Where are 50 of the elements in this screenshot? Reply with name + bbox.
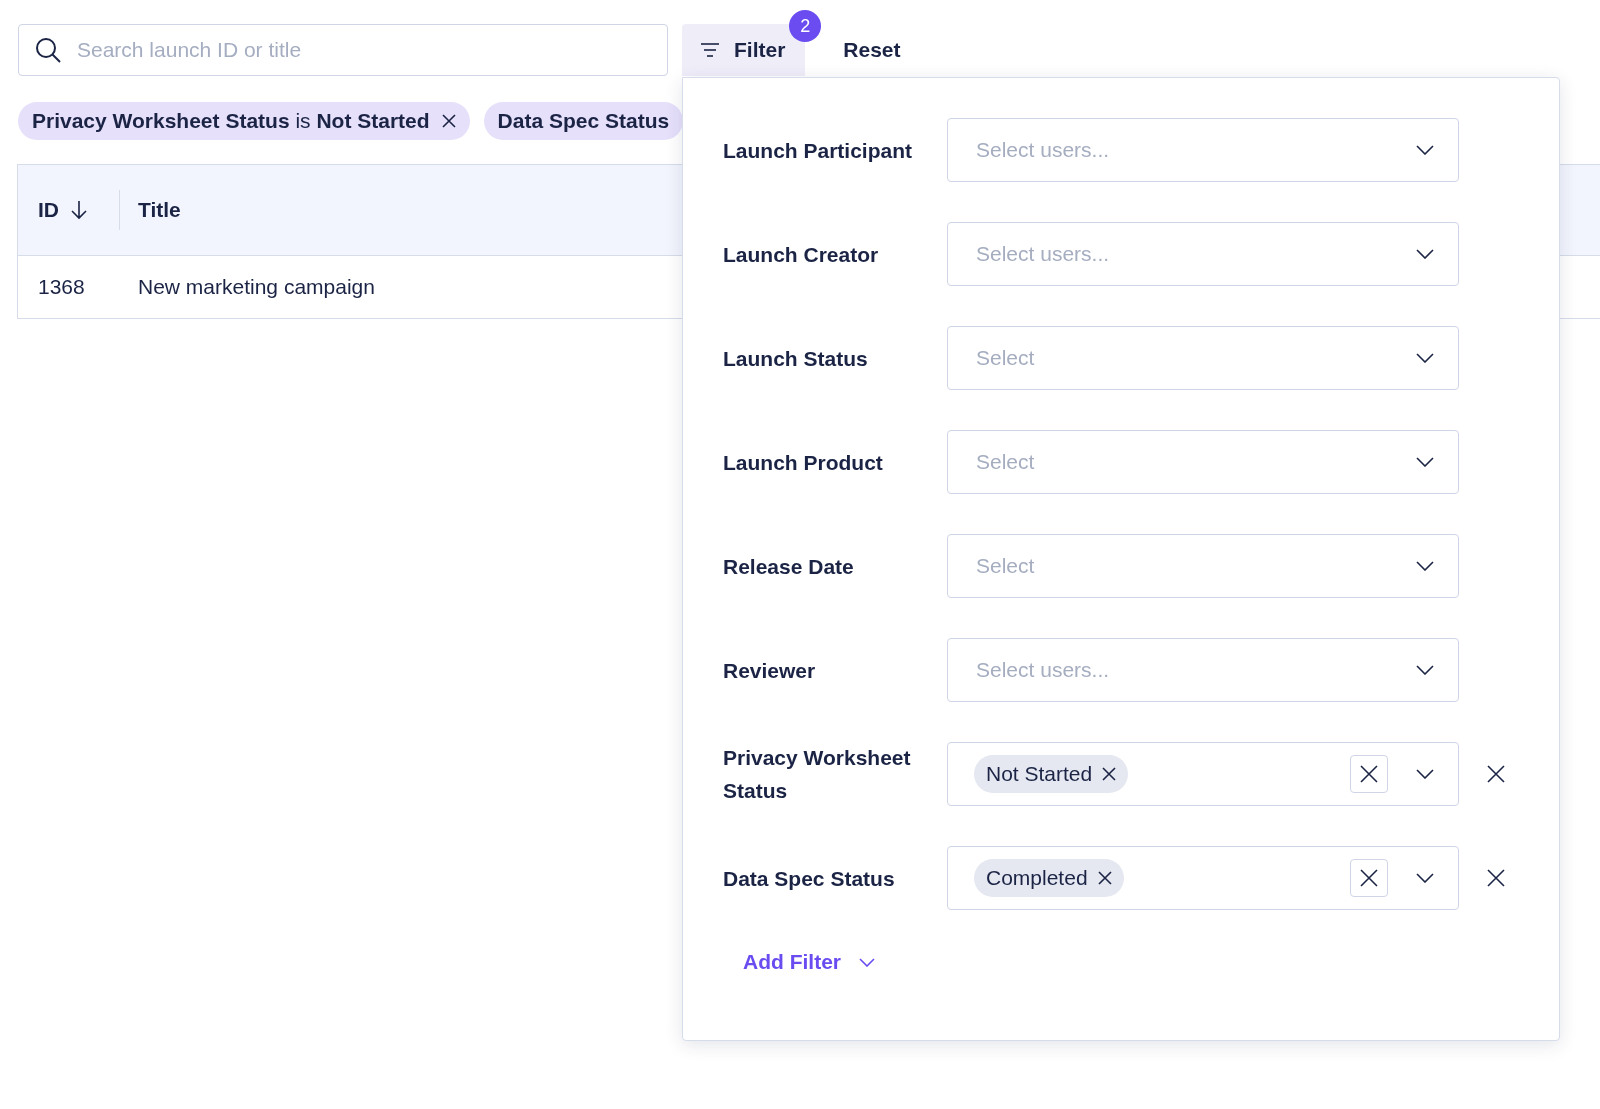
select-placeholder: Select users... <box>976 138 1111 162</box>
close-icon[interactable] <box>441 114 456 128</box>
filter-label: Launch Creator <box>723 241 880 268</box>
close-icon[interactable] <box>1487 765 1505 783</box>
filter-label: Data Spec Status <box>723 865 896 892</box>
filter-label: Launch Product <box>723 449 884 476</box>
filter-label: Privacy Worksheet Status <box>723 745 912 804</box>
filter-chip[interactable]: Privacy Worksheet Status is Not Started <box>18 102 470 140</box>
chevron-down-icon <box>1416 145 1434 155</box>
table-cell-text: 1368 <box>37 275 86 299</box>
chip-label: Data Spec Status <box>497 109 670 133</box>
column-header[interactable]: ID <box>38 198 59 222</box>
chip-label: Privacy Worksheet Status is Not Started <box>32 109 430 133</box>
sort-arrow-icon[interactable] <box>71 200 87 220</box>
close-icon[interactable] <box>1097 871 1112 885</box>
select-placeholder: Select <box>976 554 1036 578</box>
chevron-down-icon <box>1416 769 1434 779</box>
select-placeholder: Select users... <box>976 242 1111 266</box>
chevron-down-icon <box>1416 353 1434 363</box>
select-dropdown[interactable]: Completed <box>947 846 1459 910</box>
close-icon <box>1360 869 1378 887</box>
add-filter-button[interactable]: Add Filter <box>743 950 875 974</box>
selected-tag[interactable]: Completed <box>974 859 1124 897</box>
filter-label: Release Date <box>723 553 855 580</box>
search-field[interactable]: Search launch ID or title <box>18 24 668 76</box>
clear-button[interactable] <box>1350 859 1388 897</box>
chevron-down-icon <box>1416 665 1434 675</box>
clear-button[interactable] <box>1350 755 1388 793</box>
chevron-down-icon <box>859 957 875 967</box>
chevron-down-icon <box>1416 873 1434 883</box>
select-placeholder: Select users... <box>976 658 1111 682</box>
column-header[interactable]: Title <box>138 198 181 222</box>
filter-label: Launch Participant <box>723 137 914 164</box>
close-icon <box>1360 765 1378 783</box>
chevron-down-icon <box>1416 457 1434 467</box>
select-placeholder: Select <box>976 346 1036 370</box>
selected-tag[interactable]: Not Started <box>974 755 1129 793</box>
filter-label: Launch Status <box>723 345 869 372</box>
table-cell-text: New marketing campaign <box>137 275 375 299</box>
chevron-down-icon <box>1416 249 1434 259</box>
reset-button[interactable]: Reset <box>819 38 925 62</box>
filter-label: Reviewer <box>723 657 817 684</box>
select-placeholder: Select <box>976 450 1036 474</box>
close-icon[interactable] <box>1102 767 1117 781</box>
filter-chip[interactable]: Data Spec Status <box>483 102 684 140</box>
filter-icon <box>700 42 720 58</box>
close-icon[interactable] <box>1487 869 1505 887</box>
count-badge: 2 <box>789 10 822 42</box>
select-dropdown[interactable]: Not Started <box>947 742 1459 806</box>
chevron-down-icon <box>1416 561 1434 571</box>
